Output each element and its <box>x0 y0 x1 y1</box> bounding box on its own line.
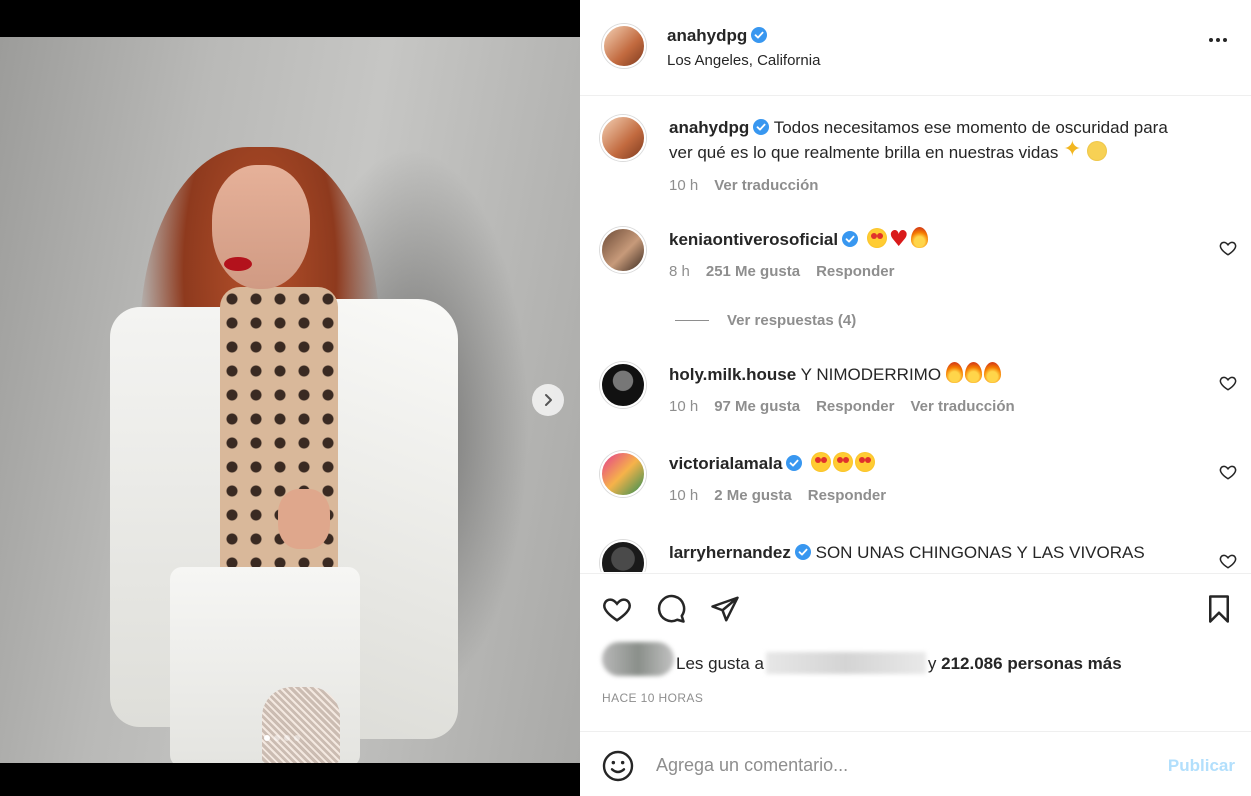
post-header: anahydpg Los Angeles, California <box>580 0 1251 96</box>
comment-username[interactable]: holy.milk.house <box>669 365 796 384</box>
share-icon[interactable] <box>710 594 740 624</box>
commenter-avatar[interactable] <box>600 227 646 273</box>
like-comment-heart-icon[interactable] <box>1219 239 1237 257</box>
star-struck-emoji-icon <box>833 452 854 472</box>
author-avatar[interactable] <box>600 115 646 161</box>
sparkles-emoji-icon <box>1063 137 1085 162</box>
comment-likes[interactable]: 251 Me gusta <box>706 263 800 280</box>
full-moon-emoji-icon <box>1087 141 1108 161</box>
view-replies-button[interactable]: Ver respuestas (4) <box>675 312 856 329</box>
post-photo[interactable] <box>0 37 580 763</box>
fire-emoji-icon <box>910 227 928 248</box>
emoji-icon[interactable] <box>602 750 634 782</box>
photo-face <box>212 165 310 289</box>
verified-icon <box>842 231 859 247</box>
comment-meta: 10 h 2 Me gusta Responder <box>669 487 886 504</box>
comment-username[interactable]: victorialamala <box>669 454 782 473</box>
comment-body: keniaontiverosoficial <box>669 227 1189 252</box>
commenter-avatar[interactable] <box>600 451 646 497</box>
star-struck-emoji-icon <box>866 228 887 248</box>
next-arrow-icon <box>545 394 552 406</box>
reply-button[interactable]: Responder <box>808 487 886 504</box>
like-comment-heart-icon[interactable] <box>1219 374 1237 392</box>
comments-list[interactable]: anahydpg Todos necesitamos ese momento d… <box>580 97 1251 572</box>
bookmark-icon[interactable] <box>1204 594 1234 624</box>
fire-emoji-icon <box>945 362 963 383</box>
star-struck-emoji-icon <box>811 452 832 472</box>
post-location[interactable]: Los Angeles, California <box>667 52 820 69</box>
reply-button[interactable]: Responder <box>816 263 894 280</box>
caption-username[interactable]: anahydpg <box>669 118 749 137</box>
commenter-avatar[interactable] <box>600 362 646 408</box>
comment-body: victorialamala <box>669 451 1189 476</box>
comment-meta: 8 h 251 Me gusta Responder <box>669 263 894 280</box>
likes-count[interactable]: 212.086 personas más <box>941 654 1122 673</box>
blurred-liker-name[interactable] <box>765 652 926 674</box>
post-side-panel: anahydpg Los Angeles, California anahydp… <box>580 0 1251 796</box>
comment-body: larryhernandez SON UNAS CHINGONAS Y LAS … <box>669 540 1189 565</box>
star-struck-emoji-icon <box>855 452 876 472</box>
see-translation-link[interactable]: Ver traducción <box>910 398 1014 415</box>
photo-lips <box>224 257 252 271</box>
caption-meta: 10 h Ver traducción <box>669 177 818 194</box>
more-options-button[interactable] <box>1209 38 1227 42</box>
view-replies-label[interactable]: Ver respuestas (4) <box>727 312 856 329</box>
fire-emoji-icon <box>964 362 982 383</box>
comment-likes[interactable]: 97 Me gusta <box>714 398 800 415</box>
author-username[interactable]: anahydpg <box>667 26 768 46</box>
comment-text: SON UNAS CHINGONAS Y LAS VIVORAS <box>815 543 1145 562</box>
comment-username[interactable]: larryhernandez <box>669 543 791 562</box>
author-username-text[interactable]: anahydpg <box>667 26 747 45</box>
reply-button[interactable]: Responder <box>816 398 894 415</box>
heart-icon[interactable] <box>602 594 632 624</box>
heart-emoji-icon <box>889 227 909 252</box>
photo-hand <box>278 489 330 549</box>
comment-likes[interactable]: 2 Me gusta <box>714 487 792 504</box>
author-avatar[interactable] <box>602 24 646 68</box>
comment-body: holy.milk.house Y NIMODERRIMO <box>669 362 1189 387</box>
comment-time[interactable]: 10 h <box>669 487 698 504</box>
carousel-dot <box>294 735 300 741</box>
instagram-post-view: anahydpg Los Angeles, California anahydp… <box>0 0 1251 796</box>
comment-time[interactable]: 10 h <box>669 398 698 415</box>
photo-mesh <box>262 687 340 763</box>
carousel-dot <box>264 735 270 741</box>
like-comment-heart-icon[interactable] <box>1219 463 1237 481</box>
comment-meta: 10 h 97 Me gusta Responder Ver traducció… <box>669 398 1015 415</box>
likes-prefix: Les gusta a <box>676 654 764 673</box>
like-comment-heart-icon[interactable] <box>1219 552 1237 570</box>
comment-time[interactable]: 8 h <box>669 263 690 280</box>
carousel-dot <box>274 735 280 741</box>
comment-input[interactable] <box>656 750 1146 780</box>
carousel-dots <box>264 735 300 741</box>
likes-summary[interactable]: Les gusta a y 212.086 personas más <box>676 652 1122 674</box>
replies-divider <box>675 320 709 321</box>
verified-icon <box>794 544 811 560</box>
carousel-dot <box>284 735 290 741</box>
fire-emoji-icon <box>983 362 1001 383</box>
caption-body: anahydpg Todos necesitamos ese momento d… <box>669 115 1189 165</box>
verified-icon <box>753 119 770 135</box>
next-slide-button[interactable] <box>532 384 564 416</box>
comment-username[interactable]: keniaontiverosoficial <box>669 230 838 249</box>
see-translation-link[interactable]: Ver traducción <box>714 177 818 194</box>
post-time[interactable]: HACE 10 HORAS <box>602 691 703 705</box>
more-icon <box>1209 38 1213 42</box>
post-actions: Les gusta a y 212.086 personas más HACE 1… <box>580 573 1251 731</box>
commenter-avatar[interactable] <box>600 540 646 572</box>
media-panel <box>0 0 580 796</box>
verified-icon <box>751 27 768 43</box>
verified-icon <box>786 455 803 471</box>
likes-connector: y <box>927 654 937 673</box>
comment-text: Y NIMODERRIMO <box>800 365 942 384</box>
caption-time[interactable]: 10 h <box>669 177 698 194</box>
publish-button[interactable]: Publicar <box>1168 756 1235 776</box>
add-comment-bar: Publicar <box>580 731 1251 796</box>
comment-icon[interactable] <box>656 594 686 624</box>
likers-avatars[interactable] <box>602 642 674 676</box>
more-icon <box>1223 38 1227 42</box>
more-icon <box>1216 38 1220 42</box>
